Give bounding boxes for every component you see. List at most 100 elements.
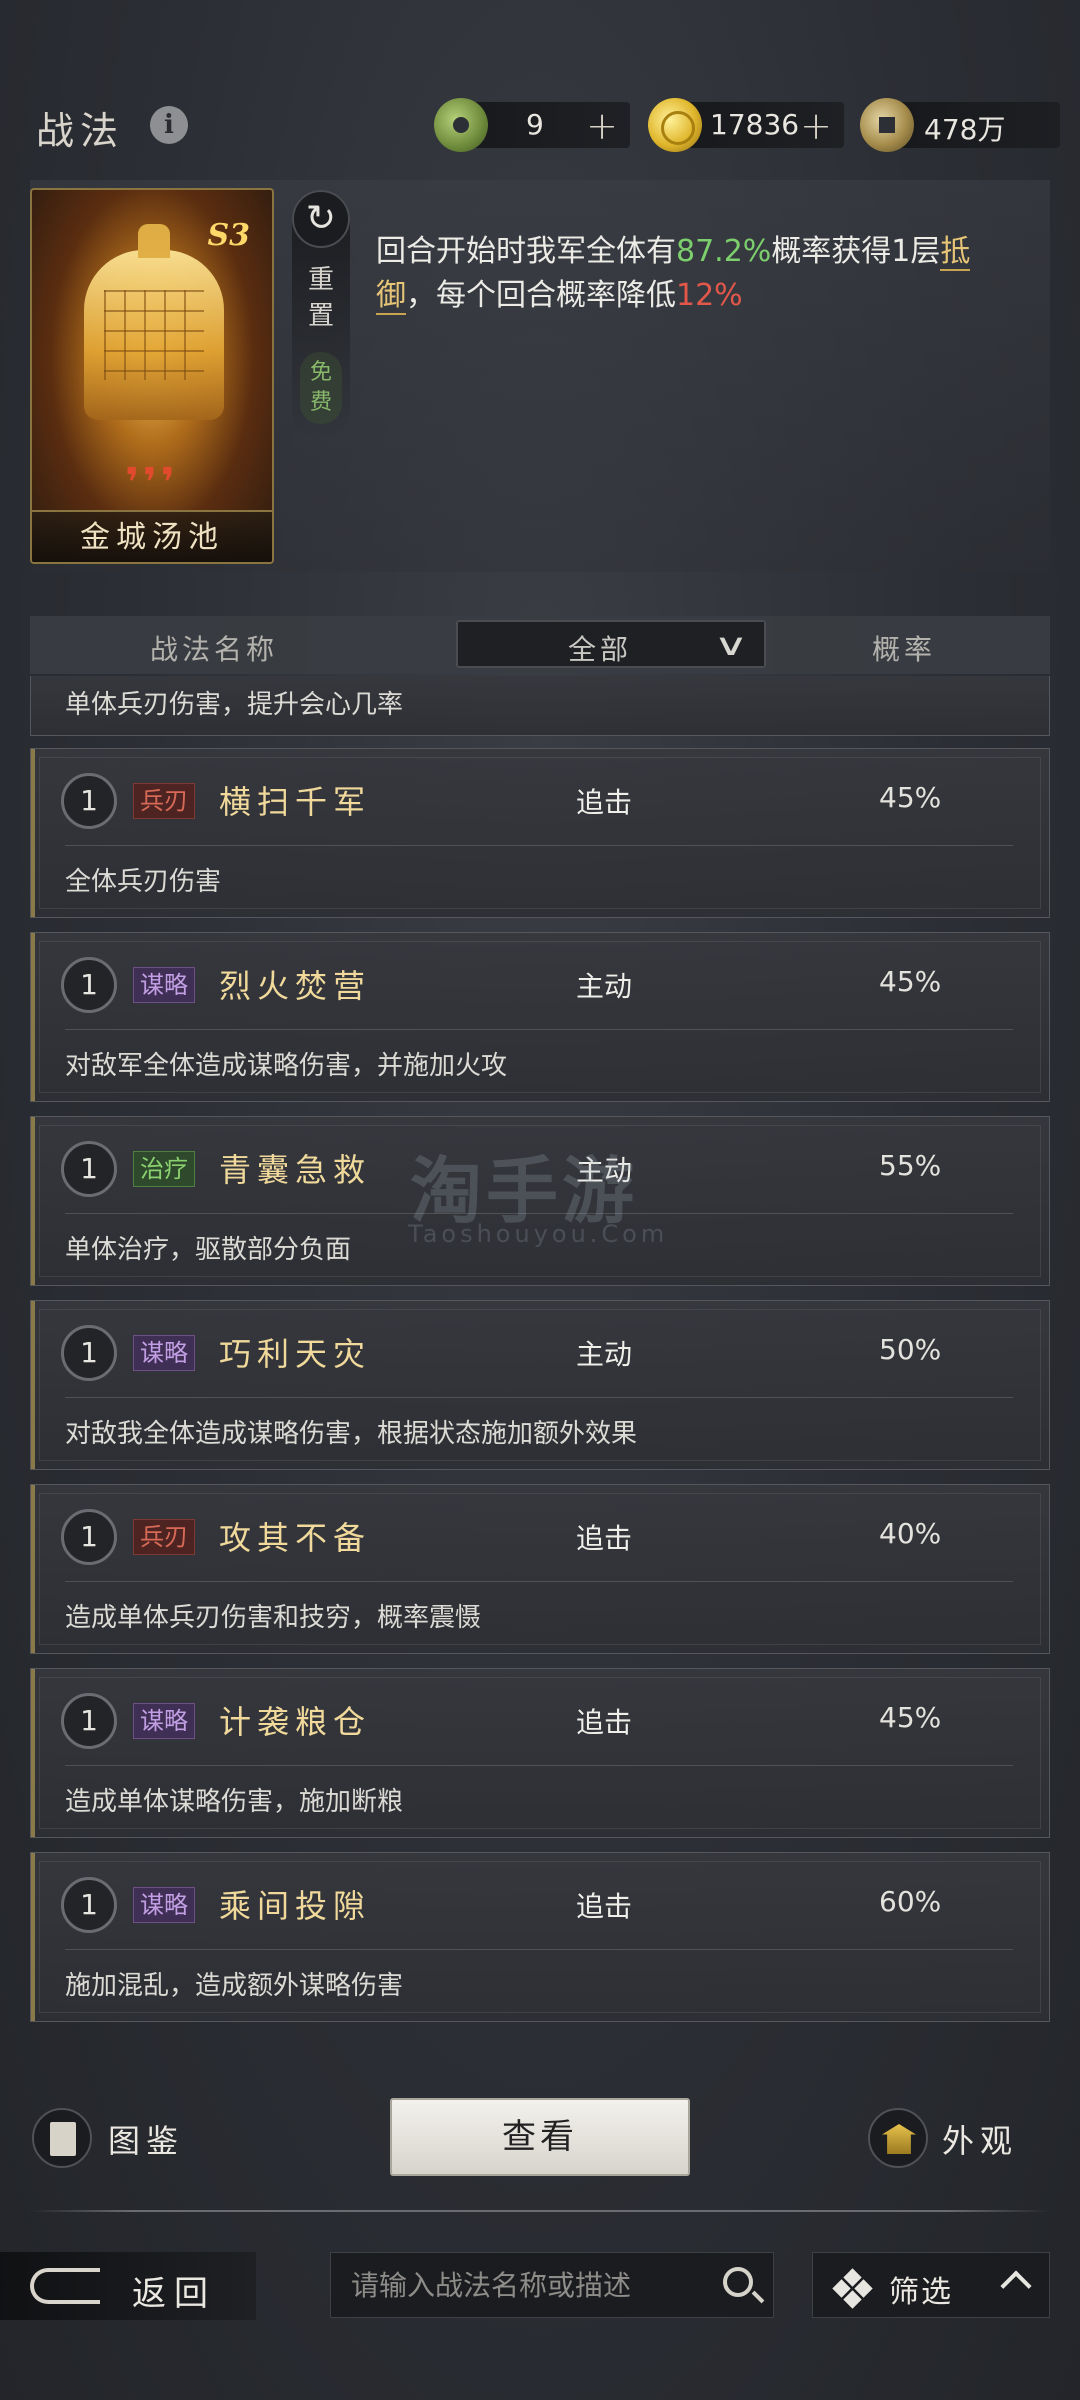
item-tag: 兵刃 <box>133 1519 195 1555</box>
item-level-badge: 1 <box>61 1877 117 1933</box>
item-separator <box>65 1397 1013 1398</box>
list-item[interactable]: 1 谋略 计袭粮仓 追击 45% 造成单体谋略伤害，施加断粮 <box>30 1668 1050 1838</box>
list-item[interactable]: 1 谋略 烈火焚营 主动 45% 对敌军全体造成谋略伤害，并施加火攻 <box>30 932 1050 1102</box>
watermark: 淘手游 Taoshouyou.Com <box>360 1132 720 1252</box>
item-tag: 治疗 <box>133 1151 195 1187</box>
back-button[interactable]: 返回 <box>0 2252 256 2320</box>
column-rate: 概率 <box>872 633 937 666</box>
item-tag: 兵刃 <box>133 783 195 819</box>
search-icon[interactable] <box>723 2267 753 2297</box>
list-item[interactable]: 单体兵刃伤害，提升会心几率 <box>30 676 1050 736</box>
item-level-badge: 1 <box>61 1509 117 1565</box>
item-tag: 谋略 <box>133 1887 195 1923</box>
pavilion-icon[interactable] <box>868 2108 928 2168</box>
item-description: 施加混乱，造成额外谋略伤害 <box>65 1971 404 2001</box>
info-icon[interactable]: i <box>150 106 188 144</box>
skill-description: 回合开始时我军全体有87.2%概率获得1层抵御，每个回合概率降低12% <box>376 230 976 318</box>
chevron-down-icon: ∨ <box>713 628 749 663</box>
list-item[interactable]: 1 兵刃 横扫千军 追击 45% 全体兵刃伤害 <box>30 748 1050 918</box>
gold-value: 17836 <box>710 108 800 141</box>
chevron-up-icon[interactable] <box>1000 2270 1032 2302</box>
item-separator <box>65 1581 1013 1582</box>
item-description: 对敌我全体造成谋略伤害，根据状态施加额外效果 <box>65 1419 638 1449</box>
item-rate: 45% <box>879 781 942 814</box>
list-item[interactable]: 1 兵刃 攻其不备 追击 40% 造成单体兵刃伤害和技穷，概率震慑 <box>30 1484 1050 1654</box>
footer: 返回 筛选 <box>0 2252 1080 2322</box>
filter-value: 全部 <box>568 633 633 666</box>
add-jade-button[interactable]: + <box>586 104 618 148</box>
item-separator <box>65 1765 1013 1766</box>
currency-gold: 17836 + <box>648 98 844 152</box>
desc-rate: 87.2% <box>676 234 772 269</box>
appearance-button[interactable]: 外观 <box>942 2116 1018 2162</box>
item-type: 追击 <box>576 1522 633 1555</box>
item-type: 主动 <box>576 970 633 1003</box>
item-level-badge: 1 <box>61 773 117 829</box>
item-level-badge: 1 <box>61 957 117 1013</box>
skill-list[interactable]: 单体兵刃伤害，提升会心几率 1 兵刃 横扫千军 追击 45% 全体兵刃伤害 1 … <box>30 676 1050 2028</box>
column-skill-name: 战法名称 <box>150 633 279 666</box>
item-type: 追击 <box>576 1706 633 1739</box>
add-gold-button[interactable]: + <box>800 104 832 148</box>
item-type: 主动 <box>576 1338 633 1371</box>
top-bar: 战法 i 9 + 17836 + 478万 <box>0 96 1080 156</box>
item-tag: 谋略 <box>133 967 195 1003</box>
filter-button[interactable]: 筛选 <box>812 2252 1050 2318</box>
item-description: 造成单体谋略伤害，施加断粮 <box>65 1787 404 1817</box>
desc-decay: 12% <box>676 278 743 313</box>
item-name: 乘间投隙 <box>219 1887 372 1925</box>
reset-label-text: 重置 <box>307 265 334 331</box>
reset-button[interactable]: ↻ 重置 免费 <box>292 190 350 440</box>
page-title: 战法 <box>36 109 125 153</box>
list-item[interactable]: 1 谋略 巧利天灾 主动 50% 对敌我全体造成谋略伤害，根据状态施加额外效果 <box>30 1300 1050 1470</box>
item-rate: 60% <box>879 1885 942 1918</box>
item-tag: 谋略 <box>133 1335 195 1371</box>
desc-text-1: 回合开始时我军全体有 <box>376 234 676 269</box>
jade-value: 9 <box>526 108 544 141</box>
back-label: 返回 <box>132 2274 216 2314</box>
search-box <box>330 2252 774 2318</box>
gold-coin-icon <box>648 98 702 152</box>
search-input[interactable] <box>331 2253 701 2317</box>
item-description: 造成单体兵刃伤害和技穷，概率震慑 <box>65 1603 482 1633</box>
reset-label: 重置 <box>292 262 350 334</box>
catalog-button[interactable]: 图鉴 <box>108 2116 184 2162</box>
desc-text-2: 概率获得1层 <box>771 234 941 269</box>
item-rate: 45% <box>879 1701 942 1734</box>
jade-coin-icon <box>434 98 488 152</box>
item-name: 攻其不备 <box>219 1519 372 1557</box>
book-icon[interactable] <box>32 2108 92 2168</box>
watermark-sub: Taoshouyou.Com <box>408 1220 669 1248</box>
item-separator <box>65 1949 1013 1950</box>
item-description: 单体治疗，驱散部分负面 <box>65 1235 352 1265</box>
reset-free-badge: 免费 <box>300 352 342 424</box>
currency-copper: 478万 <box>860 98 1060 152</box>
item-name: 计袭粮仓 <box>219 1703 372 1741</box>
item-description: 对敌军全体造成谋略伤害，并施加火攻 <box>65 1051 508 1081</box>
item-rate: 50% <box>879 1333 942 1366</box>
item-rate: 55% <box>879 1149 942 1182</box>
item-level-badge: 1 <box>61 1325 117 1381</box>
item-level-badge: 1 <box>61 1141 117 1197</box>
item-type: 追击 <box>576 786 633 819</box>
view-button[interactable]: 查看 <box>390 2098 690 2176</box>
item-rate: 45% <box>879 965 942 998</box>
action-row: 图鉴 查看 外观 <box>0 2098 1080 2182</box>
reset-free-text: 免费 <box>309 360 332 415</box>
copper-value: 478万 <box>924 113 1006 146</box>
reset-icon[interactable]: ↻ <box>292 190 350 248</box>
item-description: 全体兵刃伤害 <box>65 867 222 897</box>
list-item[interactable]: 1 谋略 乘间投隙 追击 60% 施加混乱，造成额外谋略伤害 <box>30 1852 1050 2022</box>
item-name: 巧利天灾 <box>219 1335 372 1373</box>
bell-illustration <box>84 224 224 420</box>
skill-grade: S3 <box>207 218 250 253</box>
divider <box>30 2210 1050 2212</box>
item-tag: 谋略 <box>133 1703 195 1739</box>
skill-card[interactable]: S3 ❜❜❜ 金城汤池 <box>30 188 274 564</box>
back-arrow-icon <box>30 2268 100 2304</box>
item-name: 横扫千军 <box>219 783 372 821</box>
item-name: 烈火焚营 <box>219 967 372 1005</box>
quality-marks: ❜❜❜ <box>125 460 179 506</box>
item-description: 单体兵刃伤害，提升会心几率 <box>65 690 404 720</box>
type-filter-dropdown[interactable]: 全部 ∨ <box>456 620 766 668</box>
